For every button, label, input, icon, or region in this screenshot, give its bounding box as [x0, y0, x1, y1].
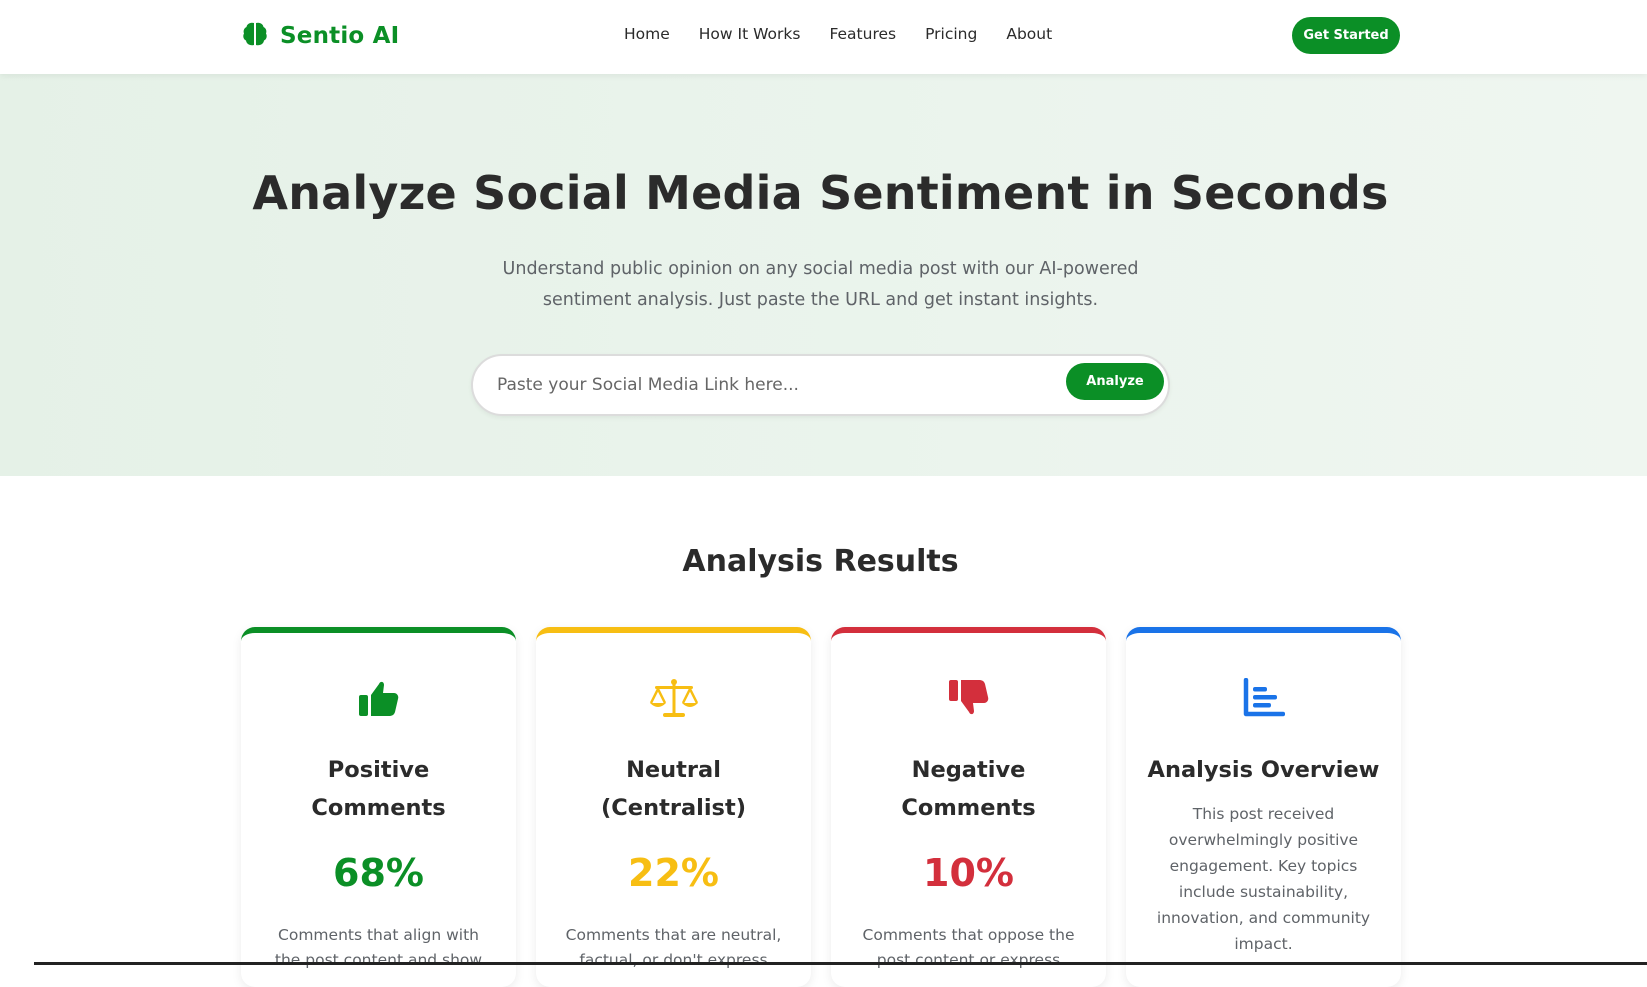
- analysis-overview-card: Analysis Overview This post received ove…: [1126, 627, 1401, 987]
- thumbs-up-icon: [241, 678, 516, 722]
- thumbs-down-icon: [831, 678, 1106, 722]
- hero-title: Analyze Social Media Sentiment in Second…: [252, 166, 1389, 220]
- card-title: Analysis Overview: [1147, 757, 1380, 783]
- analyze-button[interactable]: Analyze: [1066, 363, 1164, 400]
- brand-name: Sentio AI: [280, 23, 400, 49]
- neutral-comments-card: Neutral (Centralist) 22% Comments that a…: [536, 627, 811, 987]
- nav-link-features[interactable]: Features: [829, 25, 896, 43]
- card-title: Neutral (Centralist): [601, 757, 746, 821]
- nav-link-home[interactable]: Home: [624, 25, 670, 43]
- nav-link-about[interactable]: About: [1006, 25, 1052, 43]
- hero-section: Analyze Social Media Sentiment in Second…: [0, 74, 1647, 476]
- negative-comments-card: Negative Comments 10% Comments that oppo…: [831, 627, 1106, 987]
- get-started-button[interactable]: Get Started: [1292, 17, 1400, 54]
- navbar: Sentio AI Home How It Works Features Pri…: [0, 0, 1647, 74]
- nav-link-how-it-works[interactable]: How It Works: [699, 25, 801, 43]
- negative-percentage: 10%: [923, 851, 1014, 895]
- hero-subtitle: Understand public opinion on any social …: [502, 259, 1139, 310]
- brand-logo[interactable]: Sentio AI: [240, 20, 399, 52]
- positive-comments-card: Positive Comments 68% Comments that alig…: [241, 627, 516, 987]
- url-input[interactable]: [497, 370, 1037, 400]
- card-title: Negative Comments: [901, 757, 1036, 821]
- url-search-bar: Analyze: [471, 354, 1170, 416]
- positive-percentage: 68%: [333, 851, 424, 895]
- card-title: Positive Comments: [311, 757, 446, 821]
- overview-text: This post received overwhelmingly positi…: [1156, 805, 1371, 953]
- bar-chart-icon: [1126, 678, 1401, 722]
- brain-icon: [240, 19, 270, 53]
- card-description: Comments that oppose the post content or…: [862, 926, 1075, 969]
- neutral-percentage: 22%: [628, 851, 719, 895]
- card-description: Comments that align with the post conten…: [274, 926, 483, 969]
- results-title: Analysis Results: [682, 544, 959, 579]
- card-description: Comments that are neutral, factual, or d…: [565, 926, 782, 969]
- nav-link-pricing[interactable]: Pricing: [925, 25, 977, 43]
- nav-links: Home How It Works Features Pricing About: [624, 25, 1052, 43]
- balance-scale-icon: [536, 678, 811, 722]
